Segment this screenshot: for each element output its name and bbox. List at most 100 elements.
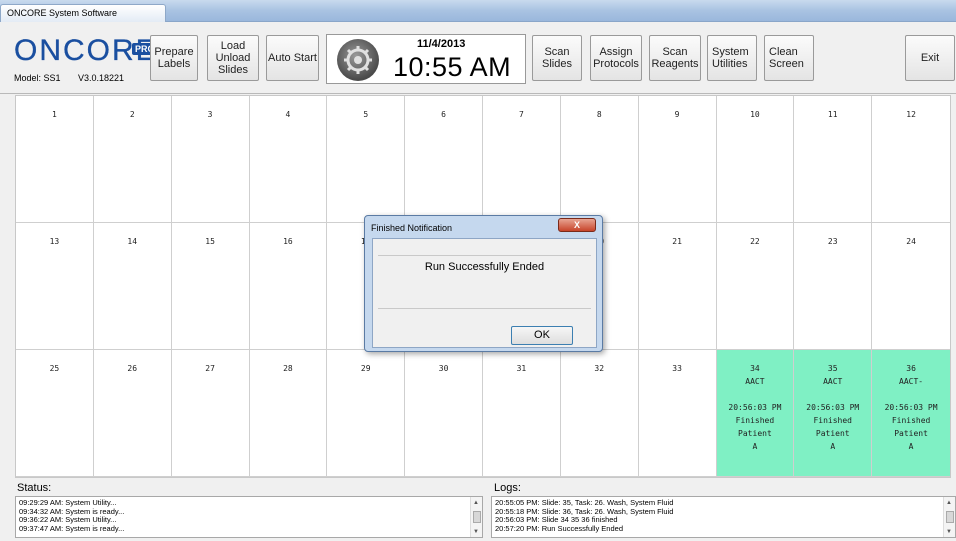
window-title: ONCORE System Software	[0, 4, 166, 22]
prepare-labels-button[interactable]: Prepare Labels	[150, 35, 198, 81]
slot-number: 6	[441, 110, 446, 119]
scan-slides-button[interactable]: Scan Slides	[532, 35, 582, 81]
slide-slot-12[interactable]: 12	[872, 96, 950, 223]
slide-slot-2[interactable]: 2	[93, 96, 172, 223]
slide-slot-6[interactable]: 6	[405, 96, 483, 223]
slot-number: 5	[363, 110, 369, 119]
slot-number: 23	[827, 237, 838, 246]
slot-number: 32	[594, 364, 605, 373]
slot-time: 20:56:03 PM	[884, 403, 938, 412]
current-time: 10:55 AM	[393, 52, 512, 82]
slot-patient: Patient	[894, 429, 928, 438]
slide-slot-23[interactable]: 23	[794, 223, 873, 350]
slot-number: 34	[750, 364, 760, 373]
slide-slot-27[interactable]: 27	[171, 350, 250, 477]
slot-time: 20:56:03 PM	[806, 403, 860, 412]
slot-number: 25	[49, 364, 60, 373]
slot-protocol: AACT-	[899, 377, 924, 386]
scroll-up-icon[interactable]: ▲	[946, 499, 952, 508]
slide-slot-3[interactable]: 3	[171, 96, 250, 223]
load-unload-slides-button[interactable]: Load Unload Slides	[207, 35, 259, 81]
slide-slot-25[interactable]: 25	[16, 350, 94, 477]
slot-number: 28	[283, 364, 293, 373]
slide-slot-11[interactable]: 11	[794, 96, 873, 223]
slot-number: 7	[519, 110, 524, 119]
gear-icon	[337, 39, 379, 81]
exit-button[interactable]: Exit	[905, 35, 955, 81]
oncore-logo: ONCORE PRO Model: SS1 V3.0.18221	[14, 35, 164, 83]
scroll-down-icon[interactable]: ▼	[473, 528, 479, 537]
slot-number: 2	[129, 110, 135, 119]
slot-protocol: AACT	[823, 377, 843, 386]
slide-slot-32[interactable]: 32	[560, 350, 639, 477]
slot-spacer	[717, 388, 794, 401]
slot-number: 21	[672, 237, 682, 246]
scroll-up-icon[interactable]: ▲	[473, 499, 479, 508]
slide-slot-5[interactable]: 5	[327, 96, 406, 223]
toolbar: ONCORE PRO Model: SS1 V3.0.18221 Prepare…	[0, 23, 956, 94]
slide-slot-34[interactable]: 34 AACT 20:56:03 PM Finished Patient A	[716, 350, 795, 477]
auto-start-button[interactable]: Auto Start	[266, 35, 319, 81]
slot-number: 26	[127, 364, 138, 373]
slide-slot-35[interactable]: 35 AACT 20:56:03 PM Finished Patient A	[794, 350, 873, 477]
slide-slot-33[interactable]: 33	[638, 350, 717, 477]
slot-patient: Patient	[815, 429, 850, 438]
scroll-thumb[interactable]	[473, 511, 481, 523]
slide-slot-7[interactable]: 7	[483, 96, 561, 223]
slot-number: 13	[49, 237, 60, 246]
slot-number: 8	[596, 110, 602, 119]
slide-slot-30[interactable]: 30	[405, 350, 483, 477]
slot-number: 31	[516, 364, 527, 373]
slot-time: 20:56:03 PM	[728, 403, 782, 412]
status-label: Status:	[17, 482, 52, 494]
slide-slot-4[interactable]: 4	[249, 96, 328, 223]
status-log: 09:29:29 AM: System Utility... 09:34:32 …	[15, 496, 483, 538]
slide-slot-10[interactable]: 10	[716, 96, 795, 223]
status-scrollbar[interactable]: ▲ ▼	[470, 497, 482, 537]
slot-number: 24	[906, 237, 916, 246]
scroll-down-icon[interactable]: ▼	[946, 528, 952, 537]
slide-slot-21[interactable]: 21	[638, 223, 717, 350]
dialog-body: Run Successfully Ended OK	[372, 238, 597, 348]
slot-state: Finished	[735, 416, 775, 425]
scroll-thumb[interactable]	[946, 511, 954, 523]
slide-slot-24[interactable]: 24	[872, 223, 950, 350]
slide-slot-29[interactable]: 29	[327, 350, 406, 477]
slide-slot-22[interactable]: 22	[716, 223, 795, 350]
slot-number: 15	[205, 237, 215, 246]
slot-number: 10	[750, 110, 760, 119]
slide-slot-16[interactable]: 16	[249, 223, 328, 350]
assign-protocols-button[interactable]: Assign Protocols	[590, 35, 642, 81]
slot-patient-id: A	[830, 442, 836, 451]
slide-slot-28[interactable]: 28	[249, 350, 328, 477]
slot-number: 11	[827, 110, 838, 119]
scan-reagents-button[interactable]: Scan Reagents	[649, 35, 701, 81]
clean-screen-button[interactable]: Clean Screen	[764, 35, 814, 81]
slide-slot-36[interactable]: 36 AACT- 20:56:03 PM Finished Patient A	[872, 350, 950, 477]
status-line: 09:37:47 AM: System is ready...	[19, 523, 125, 533]
slide-slot-13[interactable]: 13	[16, 223, 94, 350]
finished-notification-dialog: Finished Notification X Run Successfully…	[364, 215, 603, 352]
slide-slot-1[interactable]: 1	[16, 96, 94, 223]
slot-number: 27	[205, 364, 215, 373]
slide-slot-8[interactable]: 8	[560, 96, 639, 223]
slide-slot-26[interactable]: 26	[93, 350, 172, 477]
slide-slot-31[interactable]: 31	[483, 350, 561, 477]
ok-button[interactable]: OK	[511, 326, 573, 345]
title-bar: ONCORE System Software	[0, 0, 956, 22]
slide-slot-15[interactable]: 15	[171, 223, 250, 350]
system-utilities-button[interactable]: System Utilities	[707, 35, 757, 81]
logs-scrollbar[interactable]: ▲ ▼	[943, 497, 955, 537]
model-label: Model: SS1	[14, 73, 61, 83]
close-icon[interactable]: X	[558, 218, 596, 232]
slot-number: 3	[207, 110, 213, 119]
oncore-app-window: ONCORE System Software ONCORE PRO Model:…	[0, 0, 956, 541]
slide-slot-14[interactable]: 14	[93, 223, 172, 350]
slot-number: 9	[674, 110, 680, 119]
version-label: V3.0.18221	[78, 73, 125, 83]
slot-protocol: AACT	[745, 377, 765, 386]
slot-spacer	[794, 388, 871, 401]
slide-slot-9[interactable]: 9	[638, 96, 717, 223]
slot-number: 16	[283, 237, 293, 246]
log-line: 20:57:20 PM: Run Successfully Ended	[495, 523, 623, 533]
